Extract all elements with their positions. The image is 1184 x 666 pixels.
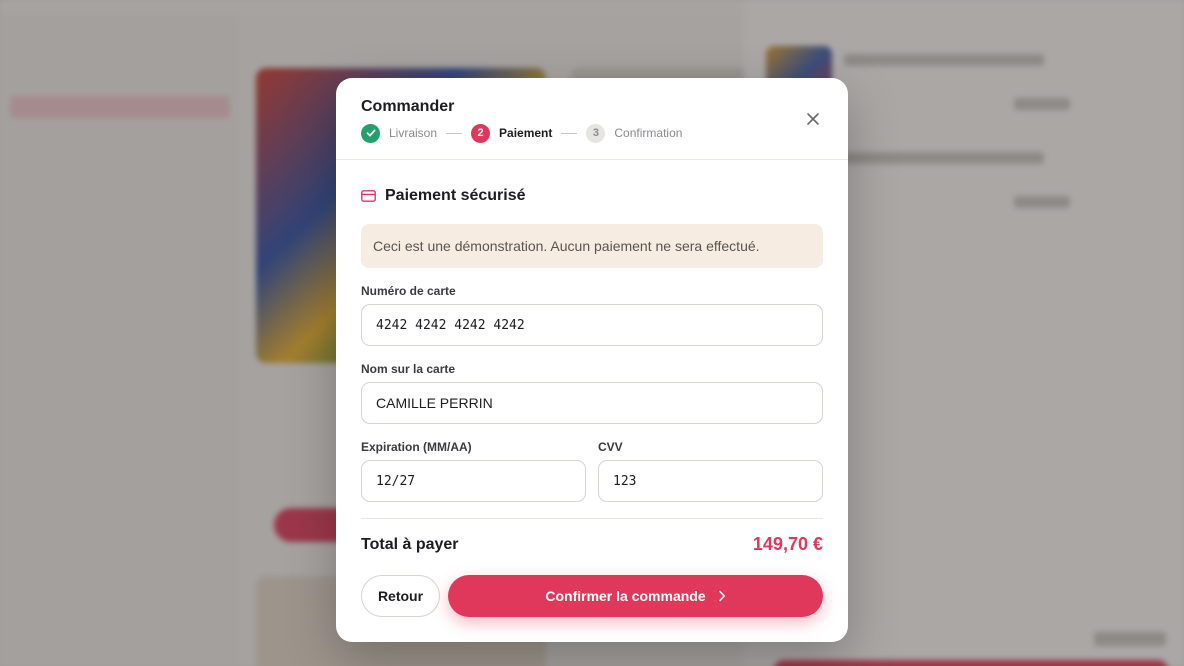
card-name-input[interactable]: CAMILLE PERRIN	[361, 382, 823, 424]
check-icon	[361, 123, 380, 143]
step-label: Paiement	[499, 126, 553, 140]
close-button[interactable]	[802, 108, 824, 130]
total-label: Total à payer	[361, 536, 459, 553]
card-number-input[interactable]: 4242 4242 4242 4242	[361, 304, 823, 346]
step-number: 3	[586, 123, 606, 143]
modal-header: Commander Livraison 2 Paiement 3 Confirm…	[336, 78, 848, 160]
step-label: Livraison	[389, 126, 438, 140]
section-title-text: Paiement sécurisé	[385, 187, 526, 204]
step-label: Confirmation	[614, 126, 683, 140]
close-icon	[806, 112, 820, 126]
step-separator	[446, 132, 463, 134]
demo-notice: Ceci est une démonstration. Aucun paieme…	[361, 224, 823, 268]
step-number: 2	[471, 123, 491, 143]
step-confirmation: 3 Confirmation	[586, 123, 683, 143]
total-value: 149,70 €	[752, 534, 823, 554]
cvv-label: CVV	[598, 440, 623, 454]
step-livraison: Livraison	[361, 123, 438, 143]
step-paiement: 2 Paiement	[471, 123, 553, 143]
back-button[interactable]: Retour	[361, 575, 440, 617]
checkout-modal: Commander Livraison 2 Paiement 3 Confirm…	[336, 78, 848, 642]
checkout-stepper: Livraison 2 Paiement 3 Confirmation	[361, 123, 682, 143]
credit-card-icon	[361, 190, 376, 202]
confirm-order-label: Confirmer la commande	[545, 588, 706, 604]
card-number-label: Numéro de carte	[361, 284, 456, 298]
modal-title: Commander	[361, 98, 455, 115]
card-name-label: Nom sur la carte	[361, 362, 456, 376]
chevron-right-icon	[718, 590, 726, 602]
step-separator	[561, 132, 578, 134]
expiry-input[interactable]: 12/27	[361, 460, 586, 502]
confirm-order-button[interactable]: Confirmer la commande	[448, 575, 823, 617]
expiry-label: Expiration (MM/AA)	[361, 440, 472, 454]
divider	[361, 518, 823, 519]
section-title: Paiement sécurisé	[361, 187, 526, 205]
cvv-input[interactable]: 123	[598, 460, 823, 502]
